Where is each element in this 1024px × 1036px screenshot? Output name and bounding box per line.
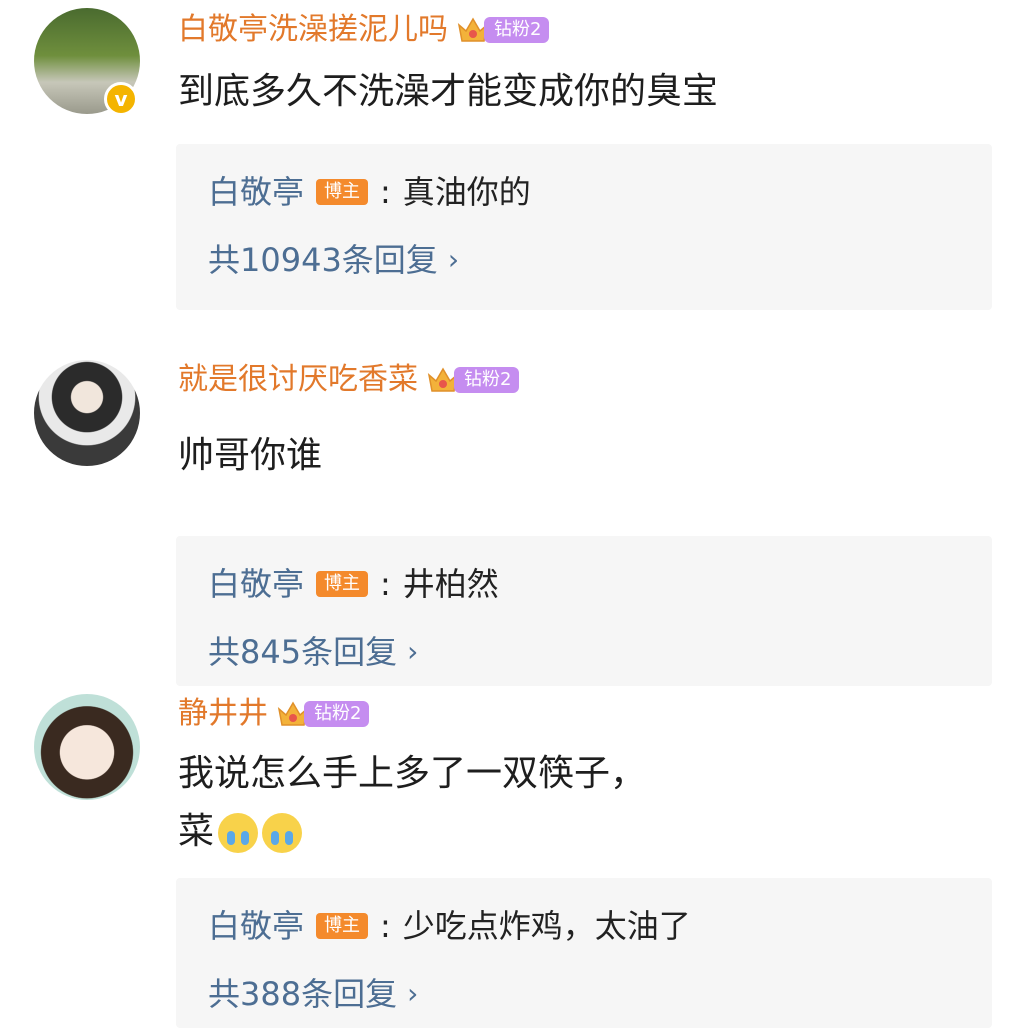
reply-text: 真油你的 <box>402 173 531 211</box>
chevron-right-icon: › <box>447 243 460 276</box>
verified-icon: v <box>104 82 138 116</box>
reply-text: 少吃点炸鸡，太油了 <box>402 907 691 945</box>
comment-header: 就是很讨厌吃香菜 钻粉2 <box>178 362 520 398</box>
reply-box[interactable]: 白敬亭 博主 : 少吃点炸鸡，太油了 共388条回复 › <box>176 878 992 1028</box>
reply-count-link[interactable]: 共10943条回复 › <box>208 240 459 280</box>
reply-author[interactable]: 白敬亭 <box>208 906 304 946</box>
avatar[interactable] <box>34 360 140 466</box>
reply-box[interactable]: 白敬亭 博主 : 真油你的 共10943条回复 › <box>176 144 992 310</box>
avatar[interactable] <box>34 694 140 800</box>
reply-text: 井柏然 <box>402 565 499 603</box>
comment-header: 白敬亭洗澡搓泥儿吗 钻粉2 <box>178 12 550 48</box>
reply-box[interactable]: 白敬亭 博主 : 井柏然 共845条回复 › <box>176 536 992 686</box>
reply-colon: : <box>380 565 391 603</box>
reply-count: 共845条回复 <box>208 633 398 671</box>
blogger-tag: 博主 <box>316 913 369 939</box>
fan-badge: 钻粉2 <box>456 13 550 47</box>
blogger-tag: 博主 <box>316 571 369 597</box>
reply-colon: : <box>380 173 391 211</box>
comment-text-line: 我说怎么手上多了一双筷子， <box>178 753 647 794</box>
fan-badge-label: 钻粉2 <box>484 17 550 43</box>
reply-author[interactable]: 白敬亭 <box>208 172 304 212</box>
reply-count: 共388条回复 <box>208 975 398 1013</box>
username[interactable]: 就是很讨厌吃香菜 <box>178 362 418 398</box>
reply-preview: 白敬亭 博主 : 井柏然 <box>208 564 499 604</box>
fan-badge: 钻粉2 <box>276 697 370 731</box>
reply-preview: 白敬亭 博主 : 真油你的 <box>208 172 531 212</box>
reply-preview: 白敬亭 博主 : 少吃点炸鸡，太油了 <box>208 906 691 946</box>
crying-emoji-icon <box>262 813 303 853</box>
blogger-tag: 博主 <box>316 179 369 205</box>
fan-badge: 钻粉2 <box>426 363 520 397</box>
reply-count-link[interactable]: 共845条回复 › <box>208 632 418 672</box>
username[interactable]: 白敬亭洗澡搓泥儿吗 <box>178 12 448 48</box>
chevron-right-icon: › <box>407 635 419 668</box>
comment-header: 静井井 钻粉2 <box>178 696 370 732</box>
comment-text: 帅哥你谁 <box>178 435 323 476</box>
fan-badge-label: 钻粉2 <box>304 701 370 727</box>
crying-emoji-icon <box>218 813 259 853</box>
comment-text: 到底多久不洗澡才能变成你的臭宝 <box>178 71 719 112</box>
reply-author[interactable]: 白敬亭 <box>208 564 304 604</box>
reply-count: 共10943条回复 <box>208 241 438 279</box>
reply-colon: : <box>380 907 391 945</box>
chevron-right-icon: › <box>407 977 419 1010</box>
username[interactable]: 静井井 <box>178 696 268 732</box>
fan-badge-label: 钻粉2 <box>454 367 520 393</box>
comment-text: 菜 <box>178 811 215 852</box>
comment-text-line: 菜 <box>178 806 303 858</box>
reply-count-link[interactable]: 共388条回复 › <box>208 974 418 1014</box>
